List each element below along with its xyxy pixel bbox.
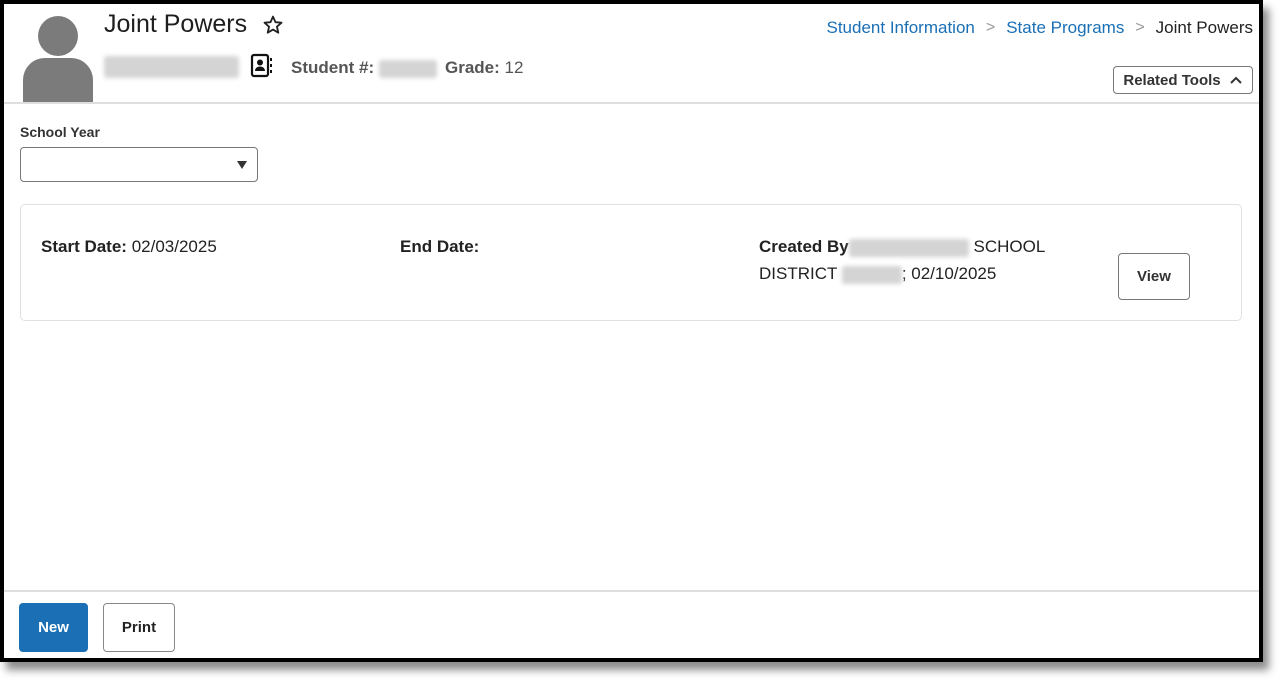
end-date-label: End Date:	[400, 237, 480, 256]
chevron-up-icon	[1229, 76, 1242, 84]
start-date: Start Date: 02/03/2025	[41, 233, 217, 260]
page-title: Joint Powers	[104, 10, 248, 38]
breadcrumb-student-information[interactable]: Student Information	[827, 18, 975, 38]
grade-value: 12	[504, 58, 524, 77]
breadcrumb-separator-icon: >	[1135, 19, 1145, 36]
created-by-text-1: SCHOOL	[968, 237, 1046, 256]
school-year-label: School Year	[20, 124, 100, 140]
breadcrumb-separator-icon: >	[985, 19, 996, 36]
created-by-text-2: DISTRICT	[759, 264, 842, 283]
student-number-label: Student #:	[291, 58, 375, 77]
app-frame: Joint Powers Student #: Grade: 12 Studen…	[0, 0, 1263, 662]
page-header: Joint Powers Student #: Grade: 12 Studen…	[4, 4, 1259, 104]
action-footer: New Print	[4, 590, 1259, 660]
print-button[interactable]: Print	[103, 603, 175, 652]
start-date-label: Start Date:	[41, 237, 127, 256]
school-year-select[interactable]	[20, 147, 258, 182]
avatar-person-icon	[23, 16, 93, 102]
created-date: ; 02/10/2025	[901, 264, 997, 283]
created-by: Created By SCHOOL DISTRICT ; 02/10/2025	[759, 233, 1045, 287]
start-date-value: 02/03/2025	[131, 237, 217, 256]
grade: Grade: 12	[445, 58, 523, 78]
related-tools-label: Related Tools	[1123, 71, 1221, 89]
new-button[interactable]: New	[19, 603, 88, 652]
district-number-redacted	[841, 265, 902, 284]
contact-card-icon[interactable]	[250, 53, 274, 79]
student-number: Student #:	[291, 58, 437, 78]
related-tools-button[interactable]: Related Tools	[1113, 66, 1253, 94]
view-button[interactable]: View	[1118, 253, 1190, 300]
student-number-redacted	[378, 59, 437, 78]
student-name-redacted	[104, 56, 239, 78]
joint-powers-record-card: Start Date: 02/03/2025 End Date: Created…	[20, 204, 1242, 321]
avatar-body	[23, 58, 93, 102]
breadcrumb: Student Information > State Programs > J…	[827, 18, 1254, 38]
caret-down-icon	[237, 161, 247, 169]
end-date: End Date:	[400, 233, 479, 260]
grade-label: Grade:	[445, 58, 500, 77]
star-outline-icon[interactable]	[262, 14, 284, 36]
created-by-label: Created By	[759, 237, 849, 256]
created-by-redacted	[848, 238, 969, 257]
breadcrumb-state-programs[interactable]: State Programs	[1006, 18, 1124, 38]
breadcrumb-current: Joint Powers	[1155, 18, 1253, 37]
avatar-head	[38, 16, 78, 56]
